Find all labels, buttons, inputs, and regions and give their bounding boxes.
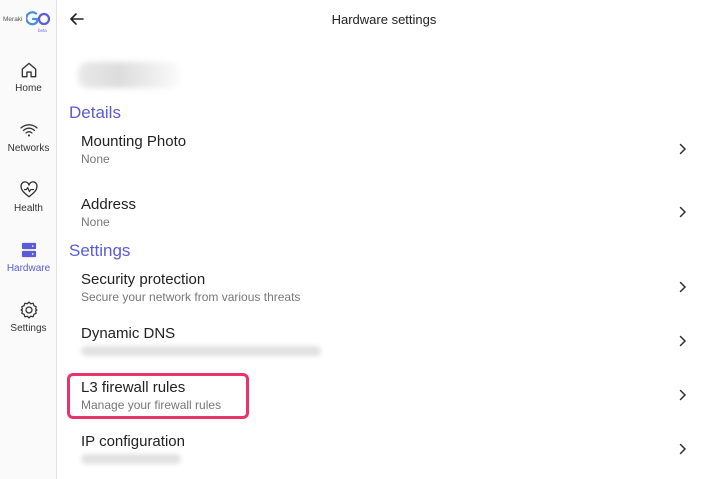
- sidebar-item-label: Health: [14, 203, 43, 214]
- sidebar-item-settings[interactable]: Settings: [0, 300, 57, 346]
- sidebar-item-label: Home: [15, 83, 42, 94]
- chevron-right-icon: [679, 443, 687, 455]
- chevron-right-icon: [679, 206, 687, 218]
- row-ip-configuration[interactable]: IP configuration: [69, 433, 697, 479]
- section-title-details: Details: [69, 103, 121, 122]
- sidebar-item-label: Hardware: [6, 263, 51, 274]
- go-logo-icon: [26, 11, 50, 26]
- chevron-right-icon: [679, 389, 687, 401]
- section-title-settings: Settings: [69, 241, 131, 260]
- row-title: Dynamic DNS: [81, 325, 176, 342]
- sidebar-item-health[interactable]: Health: [0, 180, 57, 226]
- row-title: Security protection: [81, 271, 206, 288]
- sidebar-item-label: Settings: [10, 323, 47, 334]
- sidebar: Meraki beta Home Networks Health Hardwar…: [0, 0, 57, 479]
- row-subtitle: None: [81, 215, 110, 229]
- logo-beta-badge: beta: [38, 28, 47, 33]
- ip-configuration-value-redacted: [81, 454, 181, 464]
- row-title: Address: [81, 196, 137, 213]
- wifi-icon: [19, 124, 38, 137]
- row-mounting-photo[interactable]: Mounting Photo None: [69, 133, 697, 183]
- row-dynamic-dns[interactable]: Dynamic DNS: [69, 325, 697, 371]
- row-subtitle: None: [81, 152, 110, 166]
- row-title: Mounting Photo: [81, 133, 187, 150]
- home-icon: [21, 62, 36, 78]
- highlight-annotation: [67, 373, 249, 419]
- dynamic-dns-value-redacted: [81, 346, 321, 356]
- row-subtitle: Secure your network from various threats: [81, 290, 301, 304]
- chevron-right-icon: [679, 143, 687, 155]
- row-address[interactable]: Address None: [69, 196, 697, 246]
- device-name-redacted: [78, 62, 180, 88]
- gear-icon: [19, 301, 38, 319]
- logo-brand-text: Meraki: [3, 16, 23, 23]
- page-title: Hardware settings: [331, 12, 437, 27]
- meraki-go-logo: Meraki beta: [3, 10, 55, 36]
- row-security-protection[interactable]: Security protection Secure your network …: [69, 271, 697, 317]
- chevron-right-icon: [679, 335, 687, 347]
- health-icon: [19, 181, 38, 198]
- sidebar-item-hardware[interactable]: Hardware: [0, 240, 57, 286]
- sidebar-item-label: Networks: [7, 143, 50, 154]
- chevron-right-icon: [679, 281, 687, 293]
- sidebar-item-home[interactable]: Home: [0, 60, 57, 106]
- sidebar-item-networks[interactable]: Networks: [0, 120, 57, 166]
- row-title: IP configuration: [81, 433, 185, 450]
- hardware-icon: [21, 242, 36, 258]
